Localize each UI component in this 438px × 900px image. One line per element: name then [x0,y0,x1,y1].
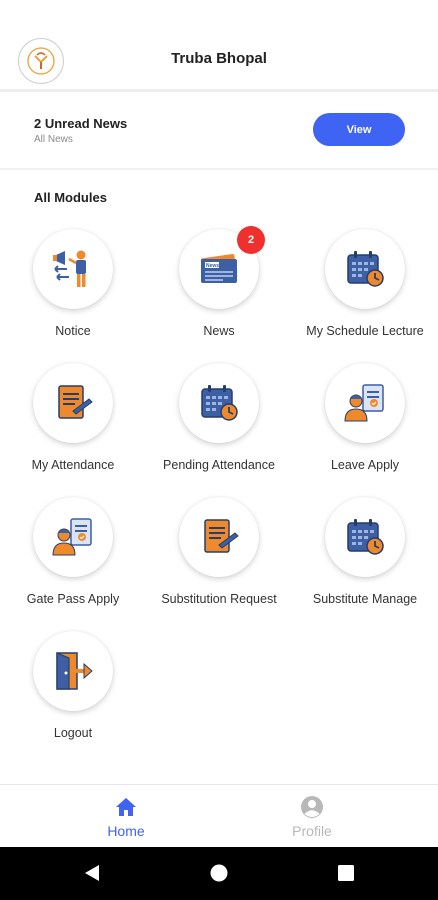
module-label: Leave Apply [330,458,400,472]
module-leave-apply[interactable]: Leave Apply [292,363,438,483]
module-schedule-circle [325,229,405,309]
module-my-attendance[interactable]: My Attendance [0,363,146,483]
module-label: My Attendance [31,458,115,472]
page-title: Truba Bhopal [171,50,267,67]
module-substitute-circle [325,497,405,577]
view-news-button[interactable]: View [313,113,405,146]
module-notice-circle [33,229,113,309]
module-gate-pass-apply[interactable]: Gate Pass Apply [0,497,146,617]
module-attendance-circle [33,363,113,443]
calendar-clock-icon [347,519,384,555]
bottom-navigation: Home Profile [0,784,438,847]
module-logout-circle [33,631,113,711]
home-circle-icon[interactable] [209,863,229,883]
megaphone-presenter-icon [53,250,86,287]
module-label: Substitution Request [161,592,277,606]
module-label: Gate Pass Apply [26,592,120,606]
profile-icon [301,796,323,818]
module-leave-circle [325,363,405,443]
system-navigation-bar [0,847,438,900]
module-label: Substitute Manage [312,592,418,606]
module-substitute-manage[interactable]: Substitute Manage [292,497,438,617]
document-pen-icon [58,385,93,419]
news-count-badge: 2 [237,226,265,254]
module-label: Logout [53,726,93,740]
person-clipboard-icon [344,384,384,422]
module-label: My Schedule Lecture [306,324,424,338]
module-label: News [203,324,235,338]
back-triangle-icon[interactable] [82,863,102,883]
nav-home[interactable]: Home [66,785,186,848]
module-gatepass-circle [33,497,113,577]
document-pen-icon [204,519,239,553]
module-substitution-request[interactable]: Substitution Request [146,497,292,617]
unread-news-panel: 2 Unread News All News View [0,92,438,168]
recents-square-icon[interactable] [336,863,356,883]
all-modules-heading: All Modules [34,190,107,205]
nav-home-label: Home [107,823,145,839]
newspaper-icon: News [200,254,238,283]
module-label: Notice [55,324,91,338]
module-logout[interactable]: Logout [0,631,146,751]
person-clipboard-icon [52,518,92,556]
module-pending-circle [179,363,259,443]
unread-news-title: 2 Unread News [34,116,128,131]
module-substitution-circle [179,497,259,577]
module-my-schedule-lecture[interactable]: My Schedule Lecture [292,229,438,349]
module-label: Pending Attendance [163,458,275,472]
module-news[interactable]: News 2 News [146,226,292,349]
module-notice[interactable]: Notice [0,229,146,349]
door-exit-icon [56,652,93,690]
module-pending-attendance[interactable]: Pending Attendance [146,363,292,483]
nav-profile-label: Profile [292,823,332,839]
home-icon [116,798,136,816]
nav-profile[interactable]: Profile [252,785,372,848]
calendar-clock-icon [201,385,238,421]
all-news-subtitle: All News [34,134,73,145]
svg-text:News: News [206,263,219,269]
calendar-clock-icon [347,251,384,287]
app-header: Truba Bhopal [0,0,438,90]
news-divider [0,168,438,170]
